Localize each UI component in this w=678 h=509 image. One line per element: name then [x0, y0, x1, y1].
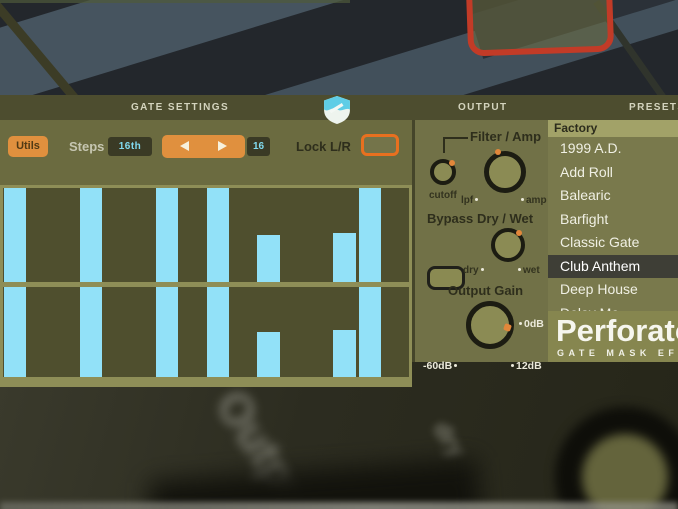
- lock-lr-label: Lock L/R: [296, 139, 351, 154]
- dry-wet-title: Dry / Wet: [477, 211, 533, 226]
- utils-button[interactable]: Utils: [8, 136, 48, 157]
- plugin-window: GATE SETTINGS OUTPUT PRESETS Utils Steps…: [0, 95, 678, 362]
- gate-step-bar[interactable]: [80, 287, 102, 377]
- step-count-stepper[interactable]: [162, 135, 245, 158]
- preset-item[interactable]: Classic Gate: [548, 231, 678, 255]
- preset-item[interactable]: Club Anthem: [548, 255, 678, 279]
- background-line: [0, 0, 350, 3]
- sequencer-row-left[interactable]: [3, 188, 409, 282]
- amp-label: amp: [519, 195, 547, 206]
- steps-label: Steps: [69, 139, 104, 154]
- background-top: [0, 0, 678, 95]
- cutoff-knob-indicator: [449, 160, 455, 166]
- gate-step-bar[interactable]: [156, 287, 178, 377]
- gate-step-bar[interactable]: [333, 330, 355, 377]
- lpf-label: lpf: [461, 195, 480, 206]
- tick-dot: [519, 322, 522, 325]
- output-gain-title: Output Gain: [448, 283, 523, 298]
- step-count-value[interactable]: 16: [247, 137, 270, 156]
- gate-step-bar[interactable]: [80, 188, 102, 282]
- gate-step-bar[interactable]: [207, 188, 229, 282]
- preset-item[interactable]: Balearic: [548, 184, 678, 208]
- output-section: Filter / Amp cutoff lpf amp Bypass Dry /…: [415, 120, 548, 362]
- gate-step-bar[interactable]: [333, 233, 355, 282]
- background-knob: [555, 407, 678, 509]
- tick-dot: [521, 198, 524, 201]
- gate-step-bar[interactable]: [4, 188, 26, 282]
- plugin-name: Perforator: [556, 313, 678, 349]
- preset-panel: Factory 1999 A.D.Add RollBalearicBarfigh…: [548, 120, 678, 362]
- plugin-tagline: GATE MASK EFFECT: [557, 348, 678, 358]
- filter-amp-title: Filter / Amp: [470, 129, 541, 144]
- wet-label: wet: [516, 265, 540, 276]
- preset-list: 1999 A.D.Add RollBalearicBarfightClassic…: [548, 137, 678, 325]
- cutoff-label: cutoff: [429, 190, 457, 201]
- increment-arrow-icon[interactable]: [218, 141, 227, 151]
- tick-dot: [481, 268, 484, 271]
- filter-amp-bracket: [443, 137, 468, 153]
- preset-item[interactable]: Deep House: [548, 278, 678, 302]
- lock-lr-toggle[interactable]: [361, 134, 399, 156]
- preset-item[interactable]: Barfight: [548, 208, 678, 232]
- gate-step-bar[interactable]: [359, 287, 381, 377]
- dry-wet-knob-indicator: [516, 230, 522, 236]
- gate-step-bar[interactable]: [4, 287, 26, 377]
- dry-label: dry: [463, 265, 486, 276]
- preset-item[interactable]: 1999 A.D.: [548, 137, 678, 161]
- gain-zero-label: 0dB: [517, 318, 544, 330]
- shield-logo-icon[interactable]: [324, 96, 350, 124]
- tick-dot: [518, 268, 521, 271]
- gate-settings-section: Utils Steps 16th 16 Lock L/R: [0, 120, 412, 362]
- bypass-title: Bypass: [427, 211, 473, 226]
- tick-dot: [511, 364, 514, 367]
- gate-step-bar[interactable]: [156, 188, 178, 282]
- background-light-band: [0, 502, 678, 509]
- gain-max-label: 12dB: [509, 360, 542, 372]
- background-red-frame: [466, 0, 614, 57]
- tab-presets[interactable]: PRESETS: [629, 102, 678, 113]
- background-dry-text: dry: [427, 417, 471, 464]
- step-sequencer: [0, 185, 412, 387]
- branding-band: Perforator GATE MASK EFFECT: [548, 311, 678, 362]
- gate-step-bar[interactable]: [257, 235, 279, 282]
- tick-dot: [475, 198, 478, 201]
- filter-amp-knob-indicator: [495, 149, 501, 155]
- tab-output[interactable]: OUTPUT: [458, 102, 508, 113]
- sequencer-row-right[interactable]: [3, 287, 409, 377]
- preset-item[interactable]: Add Roll: [548, 161, 678, 185]
- tab-gate-settings[interactable]: GATE SETTINGS: [131, 102, 229, 113]
- gate-step-bar[interactable]: [207, 287, 229, 377]
- step-division-value[interactable]: 16th: [108, 137, 152, 156]
- filter-amp-knob[interactable]: [484, 151, 526, 193]
- gate-step-bar[interactable]: [359, 188, 381, 282]
- screen: Output dry GATE SETTINGS OUTPUT PRESETS …: [0, 0, 678, 509]
- decrement-arrow-icon[interactable]: [180, 141, 189, 151]
- tick-dot: [454, 364, 457, 367]
- gain-min-label: -60dB: [423, 360, 459, 372]
- gate-step-bar[interactable]: [257, 332, 279, 377]
- preset-bank-header[interactable]: Factory: [548, 120, 678, 137]
